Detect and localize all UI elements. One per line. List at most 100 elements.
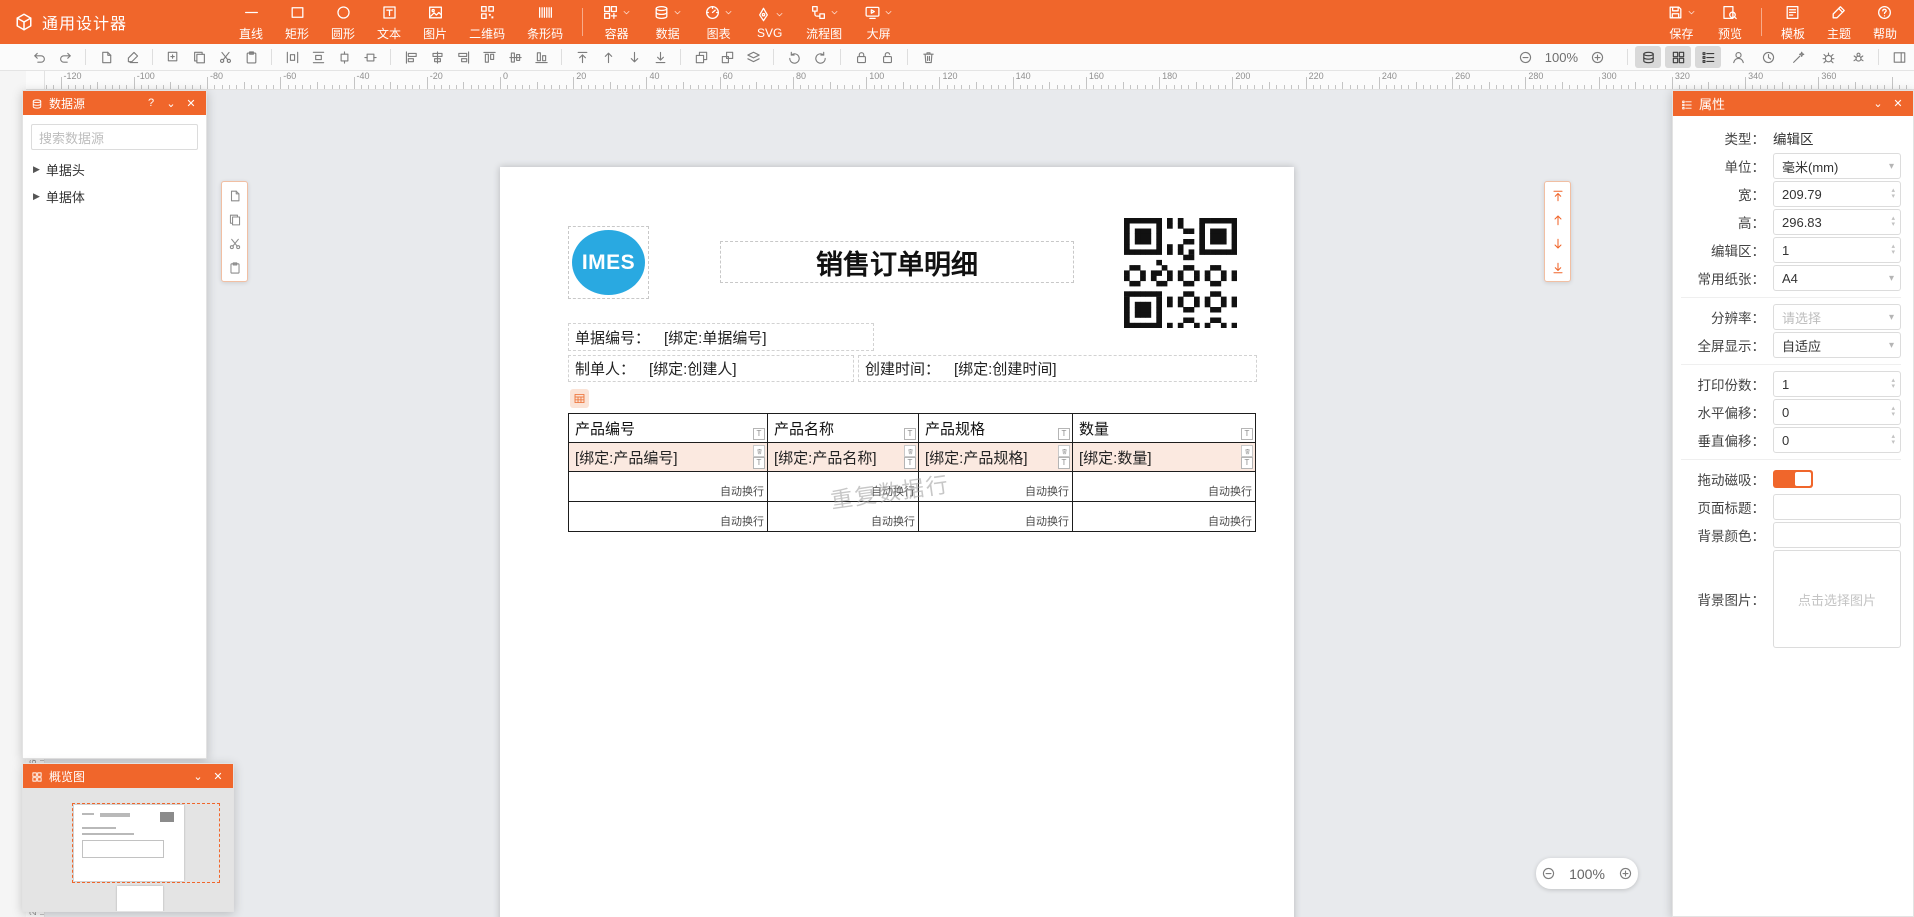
action-template[interactable]: 模板 [1770,0,1816,44]
close-icon[interactable]: ✕ [211,770,225,783]
move-up-button[interactable] [595,46,621,68]
action-preview[interactable]: 预览 [1707,0,1753,44]
spinner-arrows[interactable]: ▴▾ [1891,216,1895,228]
logo-element[interactable]: IMES [568,226,649,299]
table-repeat-cell[interactable]: 自动换行 [768,472,919,502]
bug-toggle[interactable] [1815,46,1841,68]
redo-button[interactable] [52,46,78,68]
property-select[interactable]: 毫米(mm)▾ [1773,153,1901,179]
to-back-button[interactable] [647,46,673,68]
overview-viewport-rect[interactable] [72,803,220,883]
align-center-button[interactable] [424,46,450,68]
table-bind-cell[interactable]: [绑定:产品名称]T [768,443,919,472]
drag-snap-toggle[interactable] [1773,470,1813,488]
tool-circle[interactable]: 圆形 [320,0,366,44]
close-icon[interactable]: ✕ [1891,97,1905,110]
text-style-badge[interactable]: T [904,457,916,469]
zoom-in-icon[interactable] [1613,863,1638,885]
center-h-button[interactable] [331,46,357,68]
text-style-badge[interactable]: T [753,428,765,440]
table-header-cell[interactable]: 数量T [1073,414,1256,443]
table-repeat-cell[interactable]: 自动换行 [919,472,1073,502]
tool-barcode[interactable]: 条形码 [516,0,574,44]
unlock-button[interactable] [874,46,900,68]
to-back-button[interactable] [1548,258,1567,277]
dist-h-button[interactable] [279,46,305,68]
table-repeat-cell[interactable]: 自动换行 [569,502,768,532]
center-v-button[interactable] [357,46,383,68]
property-text-input[interactable] [1773,522,1901,548]
panel-right-icon[interactable] [1886,46,1912,68]
property-text-input[interactable] [1773,494,1901,520]
text-style-badge[interactable]: T [904,428,916,440]
datasource-item-单据体[interactable]: ▶单据体 [23,181,206,208]
ant-toggle[interactable] [1845,46,1871,68]
property-number-input[interactable]: 0▴▾ [1773,399,1901,425]
table-handle-icon[interactable] [570,389,589,408]
clean-brush-button[interactable] [119,46,145,68]
table-bind-cell[interactable]: [绑定:数量]T [1073,443,1256,472]
tool-chart[interactable]: 图表 [693,0,744,44]
property-select[interactable]: A4▾ [1773,265,1901,291]
collapse-icon[interactable]: ⌄ [164,97,178,110]
align-left-button[interactable] [398,46,424,68]
to-front-button[interactable] [1548,186,1567,205]
history-toggle[interactable] [1755,46,1781,68]
table-bind-cell[interactable]: [绑定:产品编号]T [569,443,768,472]
move-down-button[interactable] [621,46,647,68]
help-icon[interactable]: ? [144,97,158,109]
tool-container[interactable]: 容器 [591,0,642,44]
text-style-badge[interactable]: T [1241,457,1253,469]
spinner-arrows[interactable]: ▴▾ [1891,434,1895,446]
action-help[interactable]: 帮助 [1862,0,1908,44]
property-select[interactable]: 请选择▾ [1773,304,1901,330]
delete-bind-icon[interactable] [904,445,916,457]
user-toggle[interactable] [1725,46,1751,68]
new-file-button[interactable] [225,186,244,205]
rotate-left-button[interactable] [781,46,807,68]
expand-arrow-icon[interactable]: ▶ [33,164,40,175]
tool-flow[interactable]: 流程图 [795,0,853,44]
ungroup-button[interactable] [714,46,740,68]
group-button[interactable] [688,46,714,68]
table-repeat-cell[interactable]: 自动换行 [569,472,768,502]
panel-tree-toggle[interactable] [1695,46,1721,68]
tool-image[interactable]: 图片 [412,0,458,44]
lock-button[interactable] [848,46,874,68]
table-header-cell[interactable]: 产品名称T [768,414,919,443]
undo-button[interactable] [26,46,52,68]
spinner-arrows[interactable]: ▴▾ [1891,188,1895,200]
qr-code[interactable] [1124,218,1237,328]
table-repeat-cell[interactable]: 自动换行 [919,502,1073,532]
property-number-input[interactable]: 296.83▴▾ [1773,209,1901,235]
bind-field[interactable]: 创建时间：[绑定:创建时间] [858,355,1257,382]
close-icon[interactable]: ✕ [184,97,198,110]
zoom-out-icon[interactable] [1513,46,1539,68]
table-header-cell[interactable]: 产品编号T [569,414,768,443]
cut-button[interactable] [225,234,244,253]
tool-svg[interactable]: SVG [744,0,795,44]
layers-button[interactable] [740,46,766,68]
spinner-arrows[interactable]: ▴▾ [1891,378,1895,390]
detail-table[interactable]: 产品编号T产品名称T产品规格T数量T[绑定:产品编号]T[绑定:产品名称]T[绑… [568,413,1256,532]
property-number-input[interactable]: 1▴▾ [1773,237,1901,263]
cut-button[interactable] [212,46,238,68]
text-style-badge[interactable]: T [1058,457,1070,469]
table-repeat-cell[interactable]: 自动换行 [1073,472,1256,502]
table-repeat-cell[interactable]: 自动换行 [768,502,919,532]
action-theme[interactable]: 主题 [1816,0,1862,44]
table-repeat-cell[interactable]: 自动换行 [1073,502,1256,532]
tool-data[interactable]: 数据 [642,0,693,44]
property-number-input[interactable]: 0▴▾ [1773,427,1901,453]
copy-button[interactable] [225,210,244,229]
property-select[interactable]: 自适应▾ [1773,332,1901,358]
rotate-right-button[interactable] [807,46,833,68]
insert-button[interactable] [160,46,186,68]
panel-components-toggle[interactable] [1665,46,1691,68]
overview-thumbnail-area[interactable] [23,788,233,911]
align-bottom-button[interactable] [528,46,554,68]
align-top-button[interactable] [476,46,502,68]
tool-text[interactable]: 文本 [366,0,412,44]
text-style-badge[interactable]: T [1058,428,1070,440]
property-number-input[interactable]: 1▴▾ [1773,371,1901,397]
